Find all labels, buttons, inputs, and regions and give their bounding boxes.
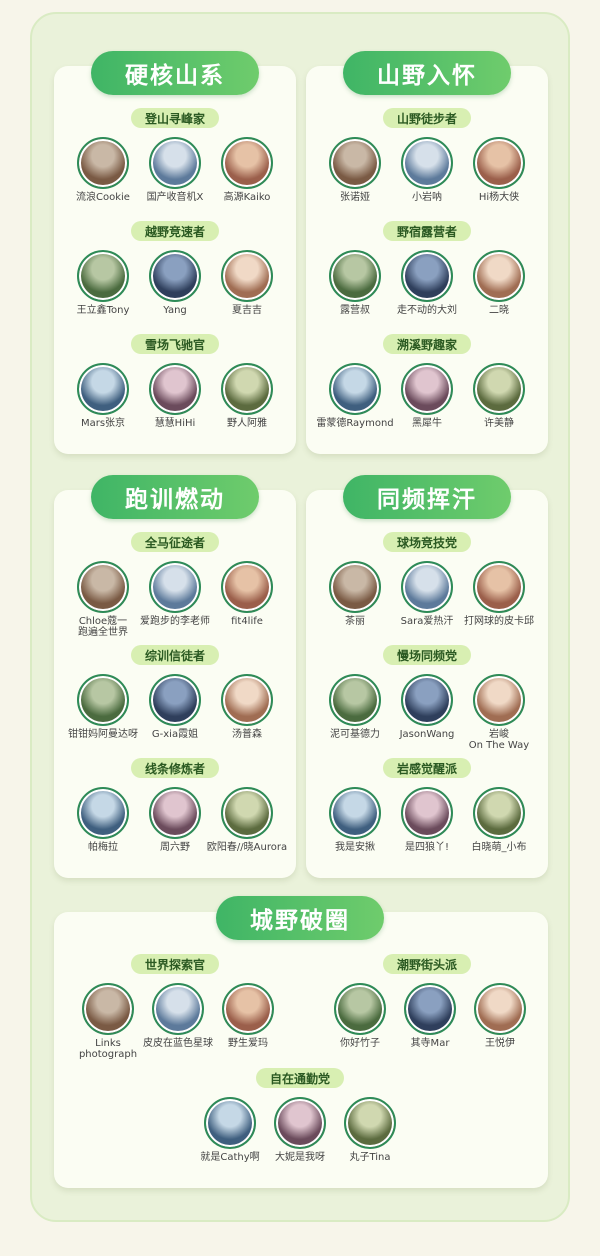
group-label: 潮野街头派 — [383, 954, 471, 974]
section-title: 硬核山系 — [91, 51, 259, 95]
creator-name: 野生爱玛 — [228, 1038, 268, 1049]
creator-avatar[interactable] — [473, 250, 525, 302]
creator-avatar[interactable] — [77, 363, 129, 415]
creator-avatar[interactable] — [401, 674, 453, 726]
creator-item[interactable]: 许美静 — [454, 363, 544, 429]
creator-avatar[interactable] — [221, 674, 273, 726]
creator-avatar[interactable] — [329, 674, 381, 726]
creator-avatar[interactable] — [77, 561, 129, 613]
creator-avatar[interactable] — [401, 787, 453, 839]
creator-avatar[interactable] — [204, 1097, 256, 1149]
creator-name: 二晓 — [489, 305, 509, 316]
creator-item[interactable]: 丸子Tina — [325, 1097, 415, 1163]
section-title: 同频挥汗 — [343, 475, 511, 519]
creator-avatar[interactable] — [401, 250, 453, 302]
group-label: 岩感觉醒派 — [383, 758, 471, 778]
creator-avatar[interactable] — [473, 561, 525, 613]
group-label: 全马征途者 — [131, 532, 219, 552]
section-title: 山野入怀 — [343, 51, 511, 95]
creator-name: 夏吉吉 — [232, 305, 262, 316]
section-title: 城野破圈 — [216, 896, 384, 940]
creator-avatar[interactable] — [473, 137, 525, 189]
group-label: 登山寻峰家 — [131, 108, 219, 128]
creator-name: 欧阳春//晓Aurora — [206, 842, 288, 853]
group-label: 野宿露营者 — [383, 221, 471, 241]
group-label: 线条修炼者 — [131, 758, 219, 778]
creator-name: fit4life — [231, 616, 263, 627]
creator-avatar[interactable] — [473, 674, 525, 726]
creator-avatar[interactable] — [474, 983, 526, 1035]
creator-name: 野人阿雅 — [227, 418, 267, 429]
creator-avatar[interactable] — [221, 137, 273, 189]
creator-avatar[interactable] — [329, 787, 381, 839]
creator-avatar[interactable] — [221, 250, 273, 302]
creator-item[interactable]: 打网球的皮卡邱 — [454, 561, 544, 627]
creator-name: 汤普森 — [232, 729, 262, 740]
creator-item[interactable]: 王悦伊 — [455, 983, 545, 1049]
creator-avatar[interactable] — [401, 561, 453, 613]
creator-item[interactable]: 岩峻 On The Way — [454, 674, 544, 751]
creator-avatar[interactable] — [404, 983, 456, 1035]
creator-item[interactable]: 欧阳春//晓Aurora — [202, 787, 292, 853]
creator-avatar[interactable] — [401, 137, 453, 189]
creator-avatar[interactable] — [149, 137, 201, 189]
creator-avatar[interactable] — [329, 137, 381, 189]
section-title: 跑训燃动 — [91, 475, 259, 519]
creator-name: 丸子Tina — [349, 1152, 391, 1163]
creator-item[interactable]: 夏吉吉 — [202, 250, 292, 316]
creator-avatar[interactable] — [221, 363, 273, 415]
creator-item[interactable]: 二晓 — [454, 250, 544, 316]
creator-name: 打网球的皮卡邱 — [464, 616, 534, 627]
creator-item[interactable]: 汤普森 — [202, 674, 292, 740]
creator-avatar[interactable] — [344, 1097, 396, 1149]
group-label: 综训信徒者 — [131, 645, 219, 665]
creator-avatar[interactable] — [149, 561, 201, 613]
group-label: 世界探索官 — [131, 954, 219, 974]
group-label: 自在通勤党 — [256, 1068, 344, 1088]
group-label: 山野徒步者 — [383, 108, 471, 128]
creator-avatar[interactable] — [77, 137, 129, 189]
creator-name: Hi杨大侠 — [478, 192, 520, 203]
creator-avatar[interactable] — [77, 787, 129, 839]
creator-item[interactable]: 野人阿雅 — [202, 363, 292, 429]
creator-name: 王悦伊 — [485, 1038, 515, 1049]
creator-avatar[interactable] — [82, 983, 134, 1035]
creator-avatar[interactable] — [334, 983, 386, 1035]
creator-avatar[interactable] — [149, 787, 201, 839]
creator-avatar[interactable] — [149, 250, 201, 302]
creator-item[interactable]: 高源Kaiko — [202, 137, 292, 203]
group-label: 球场竞技党 — [383, 532, 471, 552]
creator-avatar[interactable] — [149, 674, 201, 726]
creator-item[interactable]: Hi杨大侠 — [454, 137, 544, 203]
group-label: 慢场同频党 — [383, 645, 471, 665]
creator-name: 许美静 — [484, 418, 514, 429]
group-label: 雪场飞驰官 — [131, 334, 219, 354]
creator-avatar[interactable] — [401, 363, 453, 415]
creator-item[interactable]: fit4life — [202, 561, 292, 627]
creator-item[interactable]: 白晓萌_小布 — [454, 787, 544, 853]
creator-name: 岩峻 On The Way — [468, 729, 530, 751]
group-label: 越野竞速者 — [131, 221, 219, 241]
creator-name: 高源Kaiko — [223, 192, 271, 203]
creator-avatar[interactable] — [329, 250, 381, 302]
creator-avatar[interactable] — [473, 363, 525, 415]
creator-name: 白晓萌_小布 — [471, 842, 527, 853]
creator-avatar[interactable] — [473, 787, 525, 839]
creator-avatar[interactable] — [77, 250, 129, 302]
creator-avatar[interactable] — [149, 363, 201, 415]
creator-avatar[interactable] — [221, 561, 273, 613]
creator-avatar[interactable] — [77, 674, 129, 726]
creator-avatar[interactable] — [329, 363, 381, 415]
creator-avatar[interactable] — [152, 983, 204, 1035]
creator-avatar[interactable] — [221, 787, 273, 839]
creator-avatar[interactable] — [222, 983, 274, 1035]
creator-avatar[interactable] — [274, 1097, 326, 1149]
creator-item[interactable]: 野生爱玛 — [203, 983, 293, 1049]
group-label: 溯溪野趣家 — [383, 334, 471, 354]
creator-avatar[interactable] — [329, 561, 381, 613]
